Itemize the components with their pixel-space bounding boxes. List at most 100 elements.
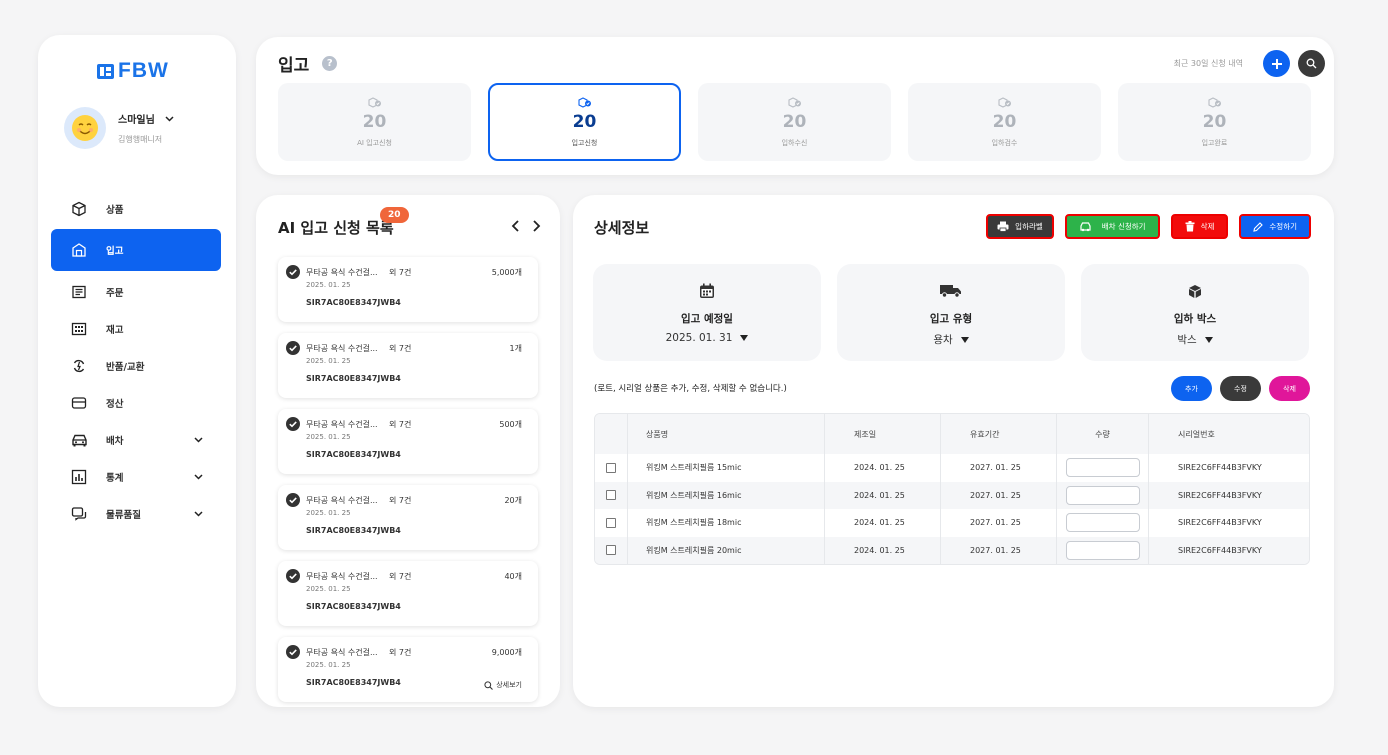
prev-arrow-icon[interactable] (510, 219, 522, 233)
table-row: 위킹M 스트레치필름 15mic 2024. 01. 25 2027. 01. 25… (595, 454, 1309, 482)
list-item[interactable]: 무타공 욕식 수건걸... 외 7건 5,000개 2025. 01. 25 SIR7A… (278, 257, 538, 322)
row-checkbox[interactable] (606, 517, 616, 528)
status-tab-0[interactable]: 20 AI 입고신청 (278, 83, 471, 161)
table-row: 위킹M 스트레치필름 20mic 2024. 01. 25 2027. 01. 25… (595, 536, 1309, 564)
header-serial: 시리얼번호 (1178, 429, 1215, 439)
dispatch-request-button[interactable]: 배차 신청하기 (1064, 214, 1160, 239)
help-icon[interactable]: ? (322, 56, 338, 71)
status-tab-4[interactable]: 20 입고완료 (1118, 83, 1311, 161)
status-tab-1[interactable]: 20 입고신청 (488, 83, 681, 161)
view-detail-link[interactable]: 상세보기 (484, 680, 522, 690)
add-button[interactable] (1263, 50, 1290, 77)
sidebar-item-label: 통계 (106, 472, 124, 484)
chevron-down-icon (194, 473, 203, 480)
status-label: 입하검수 (991, 138, 1018, 147)
sidebar-item-2[interactable]: 주문 (51, 273, 221, 310)
delete-button[interactable]: 삭제 (1170, 214, 1229, 239)
item-name: 무타공 욕식 수건걸... (306, 344, 378, 353)
car-icon (1080, 221, 1091, 231)
row-checkbox[interactable] (606, 462, 616, 473)
chevron-down-icon[interactable] (165, 115, 174, 122)
caret-down-icon (1204, 336, 1213, 343)
item-name: 무타공 욕식 수건걸... (306, 268, 378, 277)
printer-icon (997, 221, 1009, 232)
list-item[interactable]: 무타공 욕식 수건걸... 외 7건 500개 2025. 01. 25 SIR7AC8… (278, 409, 538, 474)
print-label-button[interactable]: 입하라벨 (986, 214, 1054, 239)
item-code: SIR7AC80E8347JWB4 (306, 678, 401, 687)
item-name: 무타공 욕식 수건걸... (306, 572, 378, 581)
sidebar-item-0[interactable]: 상품 (51, 190, 221, 227)
quantity-input[interactable] (1065, 485, 1140, 505)
dispatch-request-text: 배차 신청하기 (1101, 222, 1146, 231)
next-arrow-icon[interactable] (530, 219, 542, 233)
item-qty: 5,000개 (491, 268, 522, 277)
status-tab-3[interactable]: 20 입하검수 (908, 83, 1101, 161)
scheduled-date-label: 입고 예정일 (681, 313, 733, 325)
sidebar-item-label: 재고 (106, 324, 124, 336)
car-icon (70, 431, 88, 449)
profile[interactable]: 스마일님 김행행매니저 (64, 107, 174, 149)
scheduled-date-card: 입고 예정일 2025. 01. 31 (593, 264, 821, 361)
sidebar-item-8[interactable]: 물류품질 (51, 495, 221, 532)
scheduled-date-select[interactable]: 2025. 01. 31 (666, 332, 749, 344)
sidebar-item-label: 배차 (106, 435, 124, 447)
status-tabs: 20 AI 입고신청 20 입고신청 20 입하수신 20 입하검수 20 입고완료 (278, 83, 1311, 161)
cell-mfg-date: 2024. 01. 25 (825, 481, 941, 509)
sidebar-item-3[interactable]: 재고 (51, 310, 221, 347)
sidebar-item-6[interactable]: 배차 (51, 421, 221, 458)
status-count: 20 (362, 111, 387, 132)
add-row-button[interactable]: 추가 (1171, 376, 1212, 401)
sidebar-item-1[interactable]: 입고 (51, 229, 221, 271)
header-mfg-date: 제조일 (825, 414, 941, 454)
item-more: 외 7건 (389, 572, 412, 581)
sidebar-item-5[interactable]: 정산 (51, 384, 221, 421)
inbound-box-select[interactable]: 박스 (1177, 332, 1213, 347)
cell-serial: SIRE2C6FF44B3FVKY (1178, 463, 1262, 473)
quantity-input[interactable] (1065, 513, 1140, 533)
item-code: SIR7AC80E8347JWB4 (306, 602, 401, 611)
sidebar-item-label: 정산 (106, 398, 124, 410)
item-name: 무타공 욕식 수건걸... (306, 420, 378, 429)
edit-button[interactable]: 수정하기 (1239, 214, 1311, 239)
row-checkbox[interactable] (606, 490, 616, 501)
detail-panel: 상세정보 입하라벨 배차 신청하기 삭제 수정하기 입고 예정일 2025. 0… (573, 195, 1334, 707)
status-label: 입하수신 (781, 138, 808, 147)
cell-mfg-date: 2024. 01. 25 (825, 509, 941, 537)
order-icon (70, 283, 88, 301)
list-item[interactable]: 무타공 욕식 수건걸... 외 7건 9,000개 2025. 01. 25 SIR7A… (278, 637, 538, 702)
status-count: 20 (1202, 111, 1227, 132)
quantity-input[interactable] (1065, 540, 1140, 560)
sidebar-nav: 상품 입고 주문재고반품/교환정산배차통계물류품질 (51, 190, 221, 532)
chat-icon (70, 505, 88, 523)
product-table: 상품명 제조일 유효기간 수량 시리얼번호 위킹M 스트레치필름 15mic 20… (594, 413, 1310, 565)
logo[interactable]: FBW (96, 59, 169, 83)
receiving-type-select[interactable]: 용차 (933, 332, 969, 347)
delete-row-button[interactable]: 삭제 (1269, 376, 1310, 401)
list-item[interactable]: 무타공 욕식 수건걸... 외 7건 1개 2025. 01. 25 SIR7AC80E… (278, 333, 538, 398)
cell-mfg-date: 2024. 01. 25 (825, 454, 941, 482)
sidebar-item-4[interactable]: 반품/교환 (51, 347, 221, 384)
list-title: AI 입고 신청 목록 (278, 219, 394, 237)
list-item[interactable]: 무타공 욕식 수건걸... 외 7건 40개 2025. 01. 25 SIR7AC80… (278, 561, 538, 626)
profile-name: 스마일님 (118, 115, 155, 126)
inbound-box-label: 입하 박스 (1173, 313, 1217, 325)
sidebar-item-7[interactable]: 통계 (51, 458, 221, 495)
recent-requests-label[interactable]: 최근 30일 신청 내역 (1174, 58, 1243, 69)
cell-mfg-date: 2024. 01. 25 (825, 536, 941, 564)
count-badge: 20 (380, 207, 409, 223)
check-circle-icon (286, 417, 300, 431)
item-name: 무타공 욕식 수건걸... (306, 648, 378, 657)
status-tab-2[interactable]: 20 입하수신 (698, 83, 891, 161)
search-button[interactable] (1298, 50, 1325, 77)
receiving-type-label: 입고 유형 (929, 313, 973, 325)
item-more: 외 7건 (389, 496, 412, 505)
table-row: 위킹M 스트레치필름 16mic 2024. 01. 25 2027. 01. 25… (595, 481, 1309, 509)
list-item[interactable]: 무타공 욕식 수건걸... 외 7건 20개 2025. 01. 25 SIR7AC80… (278, 485, 538, 550)
item-code: SIR7AC80E8347JWB4 (306, 374, 401, 383)
edit-row-button[interactable]: 수정 (1220, 376, 1261, 401)
cell-expiry: 2027. 01. 25 (941, 536, 1057, 564)
exchange-icon (70, 357, 88, 375)
row-checkbox[interactable] (606, 545, 616, 556)
quantity-input[interactable] (1065, 458, 1140, 478)
sidebar: FBW 스마일님 김행행매니저 상품 입고 주문재고반품/교환정산배차통계물류품질 (38, 35, 236, 707)
